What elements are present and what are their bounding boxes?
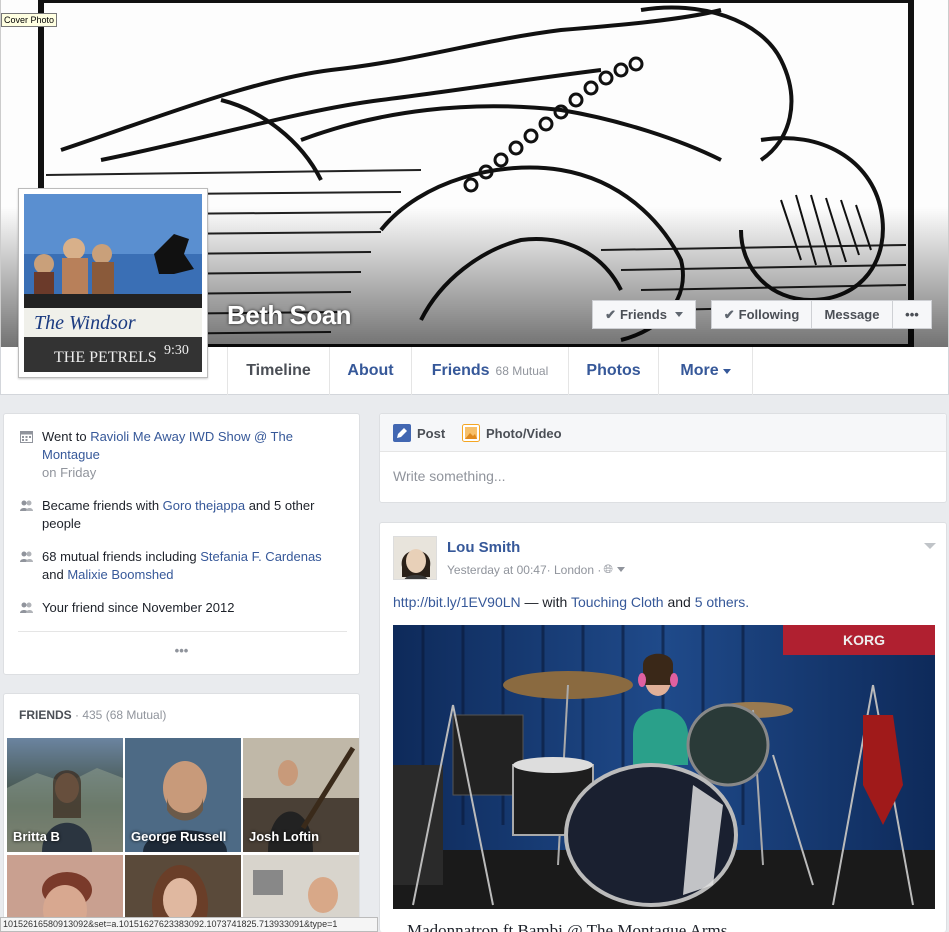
tab-friends-mutual: 68 Mutual <box>495 364 549 378</box>
activity-new-friends: Became friends with Goro thejappa and 5 … <box>20 497 340 533</box>
sign-text-3: 9:30 <box>164 343 189 358</box>
friend-name: Josh Loftin <box>249 829 320 844</box>
message-button-label: Message <box>824 307 880 322</box>
activity-friend-since: Your friend since November 2012 <box>20 599 340 617</box>
cover-tooltip: Cover Photo <box>1 13 58 27</box>
friend-tile[interactable]: Josh Loftin <box>243 738 359 852</box>
tab-photos[interactable]: Photos <box>568 347 658 395</box>
more-options-button[interactable]: ••• <box>892 300 932 329</box>
tab-photos-label: Photos <box>586 362 641 379</box>
friends-button[interactable]: ✔ Friends <box>592 300 696 329</box>
profile-image: The Windsor THE PETRELS 9:30 <box>24 194 202 372</box>
globe-icon: 🌐︎ <box>603 562 613 576</box>
sign-text-2: THE PETRELS <box>54 349 157 366</box>
post-link[interactable]: http://bit.ly/1EV90LN <box>393 594 521 610</box>
avatar-image <box>394 537 436 579</box>
post-options-icon[interactable] <box>920 537 936 552</box>
tab-more-label: More <box>680 362 719 379</box>
tab-friends[interactable]: Friends 68 Mutual <box>411 347 568 395</box>
mutual-friend-link-2[interactable]: Malixie Boomshed <box>67 567 173 582</box>
post-text: http://bit.ly/1EV90LN — with Touching Cl… <box>393 594 749 610</box>
activity-friends-pre: Became friends with <box>42 498 163 513</box>
tab-timeline-label: Timeline <box>246 362 311 379</box>
audience-dropdown-icon[interactable] <box>616 567 625 572</box>
friends-title-link[interactable]: FRIENDS <box>19 708 72 722</box>
friend-link[interactable]: Goro thejappa <box>163 498 245 513</box>
post-timestamp[interactable]: Yesterday at 00:47 <box>447 563 547 577</box>
post-and: and <box>663 594 695 610</box>
profile-name[interactable]: Beth Soan <box>227 300 352 331</box>
people-icon <box>20 551 33 562</box>
divider <box>18 631 347 632</box>
profile-picture[interactable]: The Windsor THE PETRELS 9:30 <box>18 188 208 378</box>
photo-icon <box>462 424 480 442</box>
following-button[interactable]: ✔ Following <box>711 300 812 329</box>
status-bar-url: 10152616580913092&set=a.1015162762338309… <box>0 917 378 932</box>
post-with: — with <box>520 594 571 610</box>
post-author[interactable]: Lou Smith <box>447 539 520 556</box>
friends-count: · 435 (68 Mutual) <box>71 708 167 722</box>
post-location: · London · <box>546 562 602 577</box>
chevron-down-icon <box>674 312 683 317</box>
activity-event: Went to Ravioli Me Away IWD Show @ The M… <box>20 428 340 482</box>
activity-mutual-mid: and <box>42 567 68 582</box>
pencil-icon <box>393 424 411 442</box>
composer-photo-tab[interactable]: Photo/Video <box>462 424 562 442</box>
post-photo-caption[interactable]: Madonnatron ft Bambi @ The Montague Arms <box>407 921 727 932</box>
friends-card: FRIENDS · 435 (68 Mutual) Britta B Georg… <box>3 693 360 932</box>
tab-timeline[interactable]: Timeline <box>227 347 329 395</box>
post-card: Lou Smith Yesterday at 00:47 · London · … <box>379 522 947 932</box>
composer-photo-label: Photo/Video <box>486 425 562 441</box>
activity-mutual-pre: 68 mutual friends including <box>42 549 201 564</box>
friend-since-text: Your friend since November 2012 <box>42 600 235 615</box>
friend-name: Britta B <box>13 829 60 844</box>
following-button-label: Following <box>738 307 800 322</box>
friend-tile[interactable]: Britta B <box>7 738 123 852</box>
friend-tile[interactable]: George Russell <box>125 738 241 852</box>
composer: Post Photo/Video Write something... <box>379 413 947 503</box>
composer-post-tab[interactable]: Post <box>393 424 445 442</box>
post-photo[interactable]: KORG <box>393 625 935 909</box>
people-icon <box>20 500 33 511</box>
mutual-friend-link-1[interactable]: Stefania F. Cardenas <box>200 549 321 564</box>
composer-input[interactable]: Write something... <box>393 468 506 484</box>
keyboard-brand: KORG <box>843 632 885 648</box>
message-button[interactable]: Message <box>811 300 893 329</box>
friends-header: FRIENDS · 435 (68 Mutual) <box>19 708 166 722</box>
people-icon <box>20 602 33 613</box>
tab-friends-label: Friends <box>431 362 490 379</box>
post-meta: Yesterday at 00:47 · London · 🌐︎ <box>447 562 625 577</box>
more-dots-icon: ••• <box>905 307 919 322</box>
check-icon: ✔ <box>723 306 735 322</box>
friends-button-label: Friends <box>619 307 667 322</box>
activity-event-pre: Went to <box>42 429 91 444</box>
others-link[interactable]: 5 others. <box>695 594 749 610</box>
tab-about-label: About <box>347 362 394 379</box>
composer-post-label: Post <box>417 425 446 441</box>
friend-name: George Russell <box>131 829 227 844</box>
calendar-icon <box>20 431 33 443</box>
drummer-photo: KORG <box>393 625 935 909</box>
tab-about[interactable]: About <box>329 347 411 395</box>
activity-mutual-friends: 68 mutual friends including Stefania F. … <box>20 548 340 584</box>
tagged-link[interactable]: Touching Cloth <box>571 594 664 610</box>
see-more-button[interactable]: ••• <box>4 643 359 658</box>
intro-card: Went to Ravioli Me Away IWD Show @ The M… <box>3 413 360 675</box>
sign-text-1: The Windsor <box>34 312 136 334</box>
post-avatar[interactable] <box>393 536 437 580</box>
check-icon: ✔ <box>605 306 616 322</box>
tab-more[interactable]: More <box>658 347 753 395</box>
chevron-down-icon <box>722 368 731 374</box>
activity-event-time: on Friday <box>42 465 97 480</box>
